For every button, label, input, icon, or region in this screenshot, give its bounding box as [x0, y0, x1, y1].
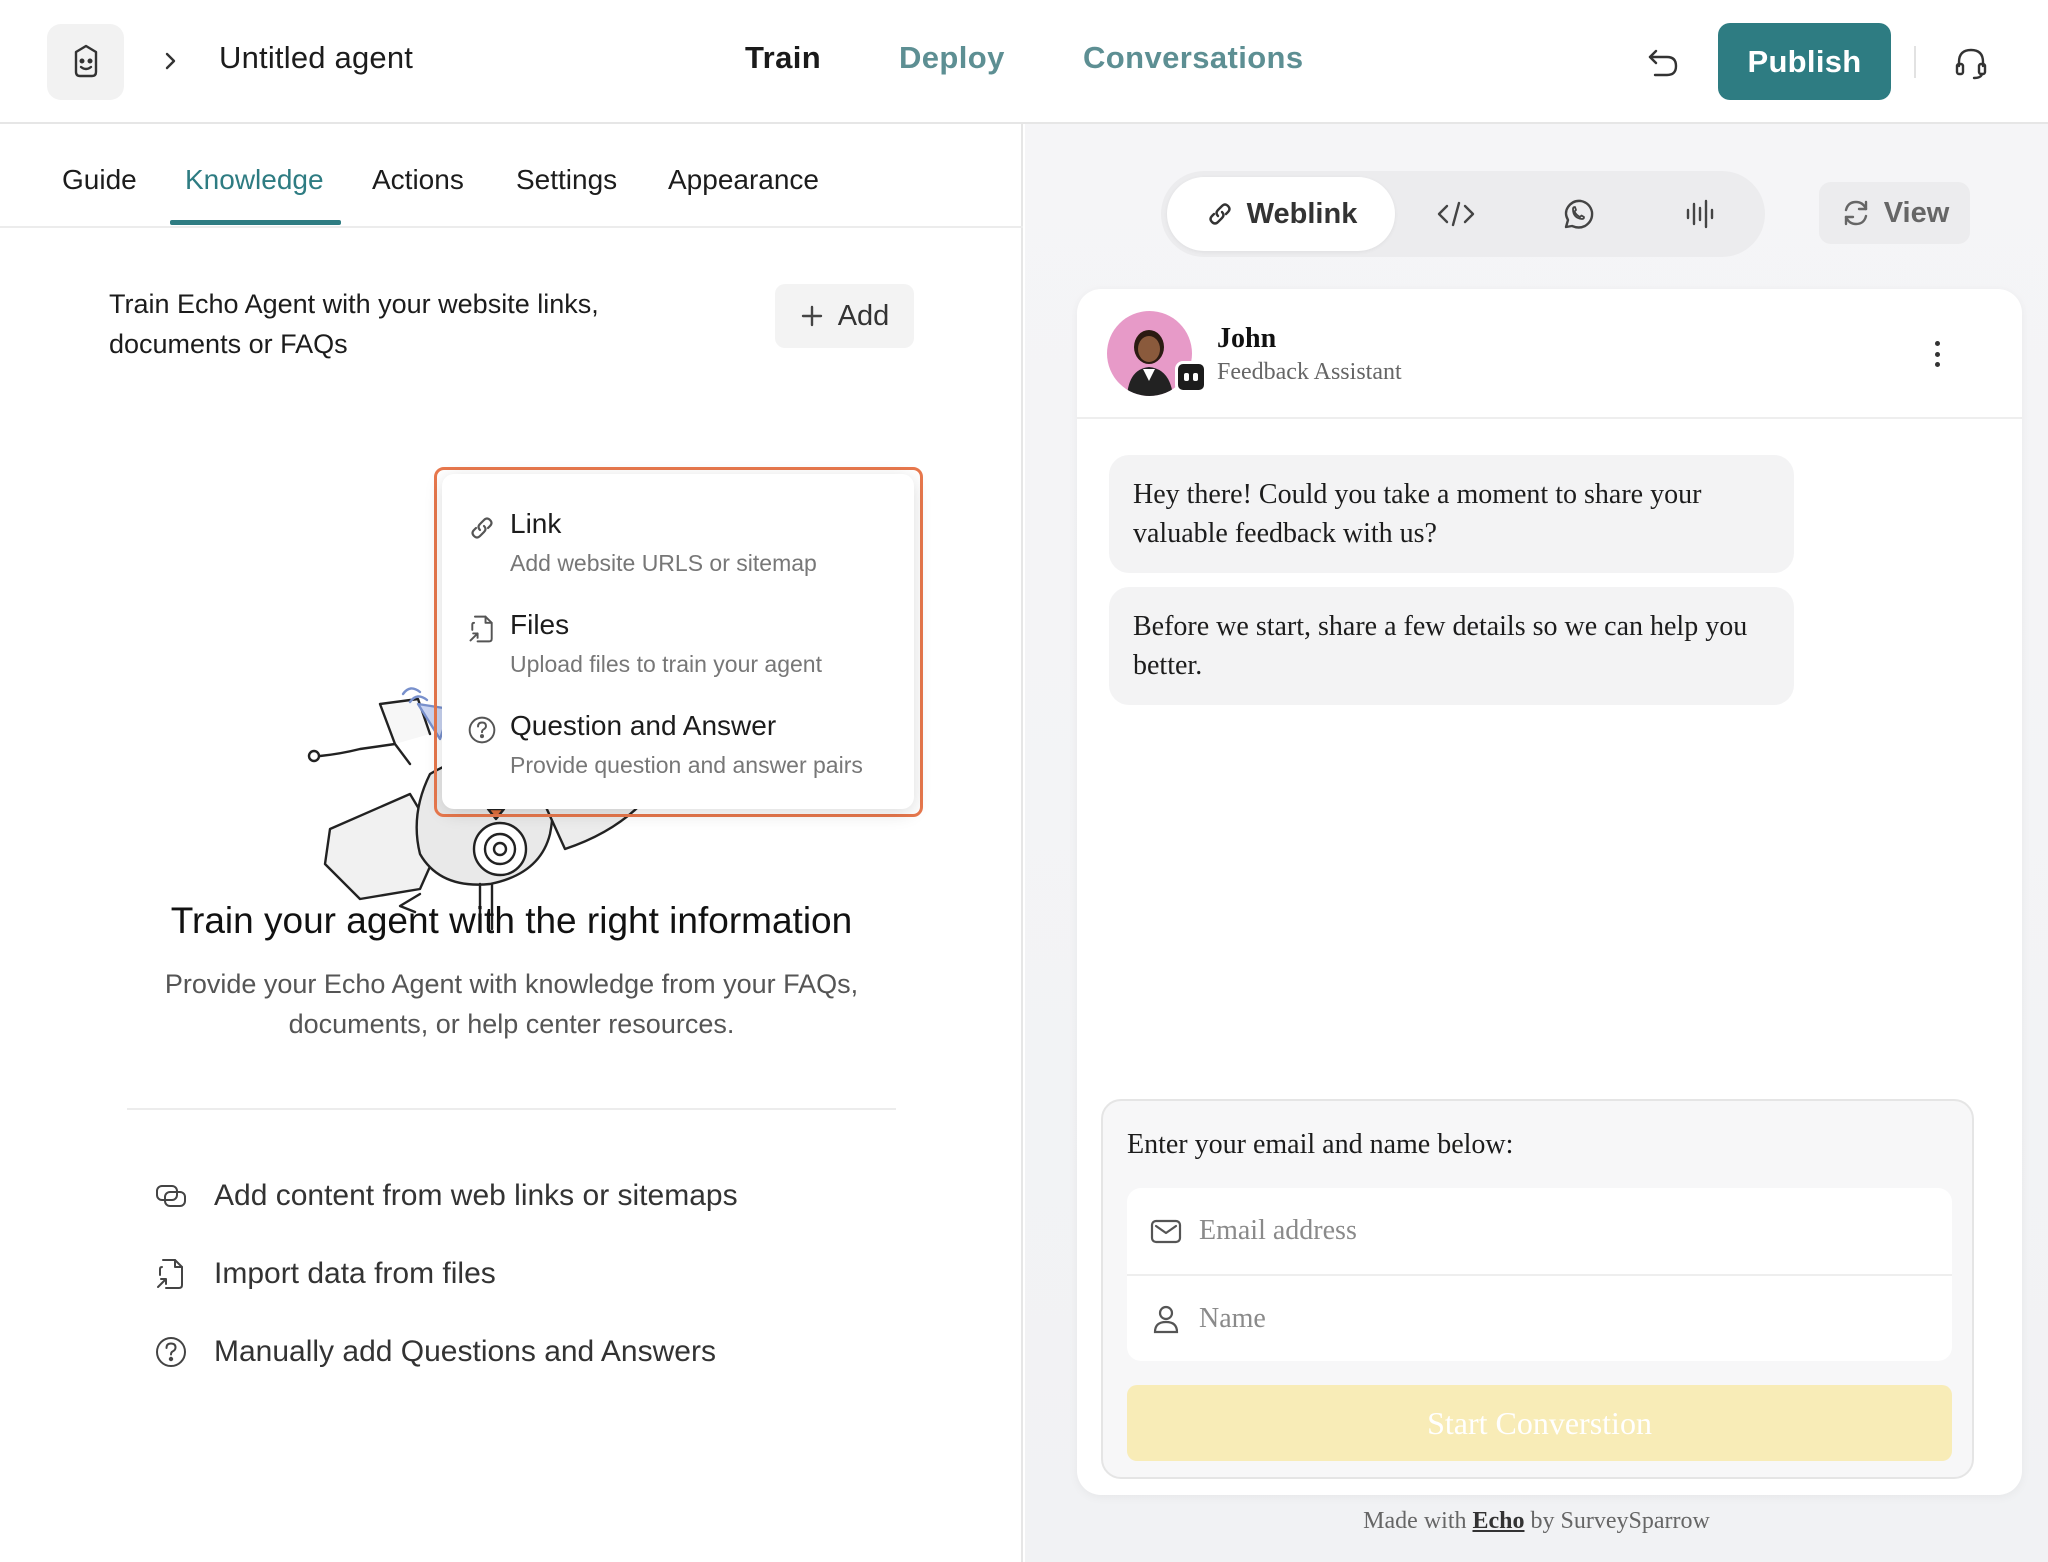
- email-field-row: [1127, 1188, 1952, 1274]
- voice-wave-icon: [1686, 199, 1714, 229]
- empty-state-description: Provide your Echo Agent with knowledge f…: [164, 969, 859, 1039]
- dropdown-item-qa-title: Question and Answer: [510, 710, 777, 741]
- dropdown-item-qa-subtitle: Provide question and answer pairs: [510, 752, 863, 778]
- question-circle-icon: [466, 714, 498, 746]
- agent-name-breadcrumb[interactable]: Untitled agent: [219, 40, 413, 76]
- bot-badge-icon: [1175, 361, 1207, 393]
- sub-tab-settings[interactable]: Settings: [516, 164, 617, 196]
- name-field-row: [1127, 1276, 1952, 1362]
- channel-whatsapp-button[interactable]: [1553, 189, 1603, 239]
- view-preview-button[interactable]: View: [1819, 182, 1970, 244]
- home-button[interactable]: [47, 24, 124, 100]
- link-icon: [1208, 203, 1231, 225]
- channel-embed-button[interactable]: [1431, 189, 1481, 239]
- dropdown-item-files-title: Files: [510, 609, 570, 640]
- undo-button[interactable]: [1640, 40, 1686, 86]
- feature-manual-qa: Manually add Questions and Answers: [152, 1329, 716, 1375]
- file-import-icon: [466, 613, 498, 645]
- footer-echo-link[interactable]: Echo: [1472, 1508, 1524, 1534]
- chat-widget-preview: John Feedback Assistant Hey there! Could…: [1077, 289, 2022, 1495]
- whatsapp-icon: [1564, 199, 1594, 229]
- undo-icon: [1648, 49, 1678, 77]
- footer-suffix: by SurveySparrow: [1530, 1508, 1710, 1534]
- nav-tab-deploy[interactable]: Deploy: [899, 40, 1005, 76]
- channel-voice-button[interactable]: [1675, 189, 1725, 239]
- sub-tab-knowledge[interactable]: Knowledge: [185, 164, 324, 196]
- form-fields: [1127, 1188, 1952, 1361]
- top-bar-divider: [1914, 46, 1916, 78]
- nav-tab-conversations[interactable]: Conversations: [1083, 40, 1304, 76]
- agent-face-icon: [74, 44, 97, 78]
- support-button[interactable]: [1948, 40, 1994, 86]
- add-button-label: Add: [837, 299, 890, 332]
- knowledge-intro-text: Train Echo Agent with your website links…: [109, 289, 599, 359]
- dropdown-item-files[interactable]: Files Upload files to train your agent: [466, 609, 906, 699]
- email-input[interactable]: [1199, 1215, 1899, 1247]
- agent-display-name: John: [1217, 323, 1277, 354]
- user-icon: [1153, 1305, 1179, 1334]
- sub-tab-appearance[interactable]: Appearance: [668, 164, 819, 196]
- name-input[interactable]: [1199, 1303, 1899, 1335]
- file-import-icon: [152, 1255, 190, 1293]
- feature-web-links-label: Add content from web links or sitemaps: [214, 1179, 738, 1212]
- channel-weblink-button[interactable]: Weblink: [1167, 177, 1395, 251]
- sub-tabs: Guide Knowledge Actions Settings Appeara…: [0, 124, 1023, 228]
- refresh-icon: [1844, 200, 1867, 226]
- breadcrumb-chevron-icon: [160, 44, 182, 78]
- start-conversation-button[interactable]: Start Converstion: [1127, 1385, 1952, 1461]
- feature-web-links: Add content from web links or sitemaps: [152, 1173, 738, 1219]
- footer-prefix: Made with: [1363, 1508, 1467, 1534]
- preview-panel: Weblink View John Feedback Assistant Hey…: [1025, 124, 2048, 1562]
- mail-icon: [1150, 1219, 1182, 1244]
- widget-footer: Made with Echo by SurveySparrow: [1025, 1508, 2048, 1535]
- web-links-icon: [152, 1177, 190, 1215]
- plus-icon: [801, 305, 822, 327]
- dropdown-item-link[interactable]: Link Add website URLS or sitemap: [466, 508, 906, 598]
- code-icon: [1437, 201, 1475, 227]
- dropdown-item-files-subtitle: Upload files to train your agent: [510, 651, 822, 677]
- feature-import-files: Import data from files: [152, 1251, 496, 1297]
- chat-message-1: Hey there! Could you take a moment to sh…: [1109, 455, 1794, 573]
- sub-tab-guide[interactable]: Guide: [62, 164, 137, 196]
- dropdown-item-link-title: Link: [510, 508, 562, 539]
- headset-icon: [1955, 48, 1987, 80]
- chat-menu-kebab-icon[interactable]: [1927, 337, 1947, 371]
- channel-switcher: Weblink: [1161, 171, 1765, 257]
- feature-import-files-label: Import data from files: [214, 1257, 496, 1290]
- chat-header: John Feedback Assistant: [1077, 289, 2022, 419]
- add-knowledge-dropdown: Link Add website URLS or sitemap Files U…: [442, 474, 914, 809]
- feature-manual-qa-label: Manually add Questions and Answers: [214, 1335, 716, 1368]
- publish-button[interactable]: Publish: [1718, 23, 1891, 100]
- chat-message-2: Before we start, share a few details so …: [1109, 587, 1794, 705]
- empty-state-title: Train your agent with the right informat…: [170, 900, 853, 941]
- sub-tab-actions[interactable]: Actions: [372, 164, 464, 196]
- active-tab-indicator: [170, 220, 341, 225]
- section-divider: [127, 1108, 896, 1110]
- question-circle-icon: [152, 1333, 190, 1371]
- link-icon: [466, 512, 498, 544]
- top-bar: Untitled agent Train Deploy Conversation…: [0, 0, 2048, 124]
- view-button-label: View: [1883, 196, 1950, 229]
- dropdown-item-qa[interactable]: Question and Answer Provide question and…: [466, 710, 906, 800]
- lead-capture-form: Enter your email and name below: Start C…: [1101, 1099, 1974, 1479]
- training-panel: Guide Knowledge Actions Settings Appeara…: [0, 124, 1023, 1562]
- channel-weblink-label: Weblink: [1246, 197, 1358, 230]
- form-label: Enter your email and name below:: [1127, 1129, 1514, 1160]
- add-knowledge-button[interactable]: Add: [775, 284, 914, 348]
- dropdown-item-link-subtitle: Add website URLS or sitemap: [510, 550, 817, 576]
- nav-tab-train[interactable]: Train: [745, 40, 821, 76]
- agent-role: Feedback Assistant: [1217, 359, 1402, 385]
